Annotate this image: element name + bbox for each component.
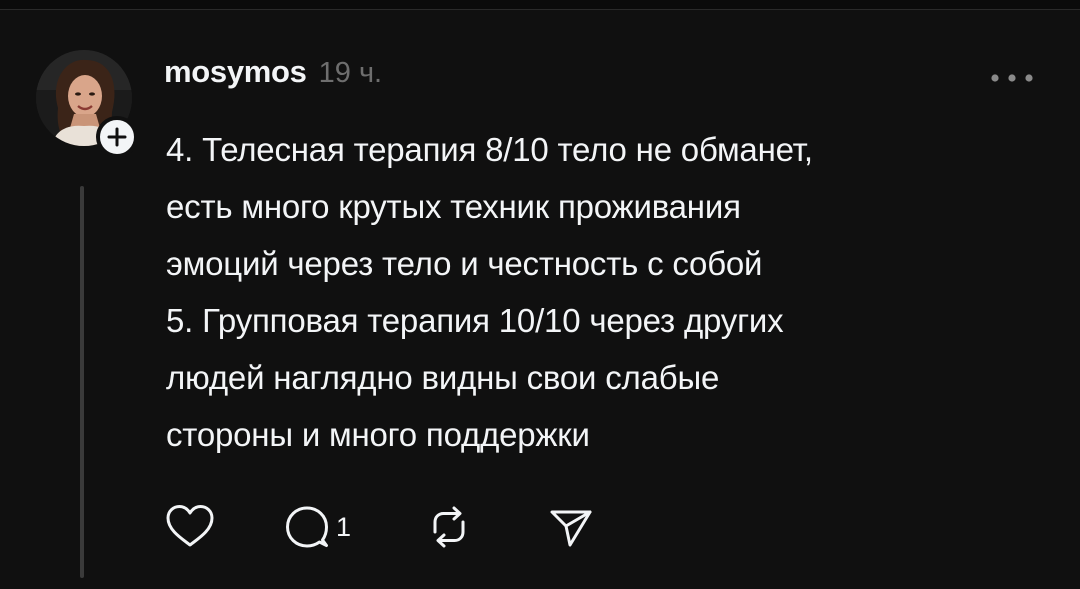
post-text: 4. Телесная терапия 8/10 тело не обманет… [166,121,1046,463]
like-button[interactable] [164,500,216,554]
ellipsis-icon [991,74,1033,82]
post-text-line: эмоций через тело и честность с собой [166,245,763,282]
repost-button[interactable] [426,500,472,554]
top-divider [0,0,1080,10]
post-text-line: людей наглядно видны свои слабые [166,359,720,396]
paper-plane-icon [550,510,592,547]
post-text-line: есть много крутых техник проживания [166,188,741,225]
post-text-line: 5. Групповая терапия 10/10 через других [166,302,784,339]
post-header: mosymos 19 ч. [164,54,382,90]
follow-button[interactable] [96,116,138,158]
heart-icon [166,505,214,547]
thread-line [80,186,84,578]
comment-bubble-icon [286,506,328,548]
timestamp: 19 ч. [318,57,383,89]
repost-icon [433,506,465,548]
reply-button[interactable]: 1 [284,500,351,554]
more-options-button[interactable] [986,60,1038,96]
share-button[interactable] [548,500,594,554]
plus-icon [107,127,127,147]
reply-count: 1 [336,511,352,542]
username[interactable]: mosymos [164,54,307,90]
post-text-line: 4. Телесная терапия 8/10 тело не обманет… [166,131,813,168]
post-text-line: стороны и много поддержки [166,416,590,453]
